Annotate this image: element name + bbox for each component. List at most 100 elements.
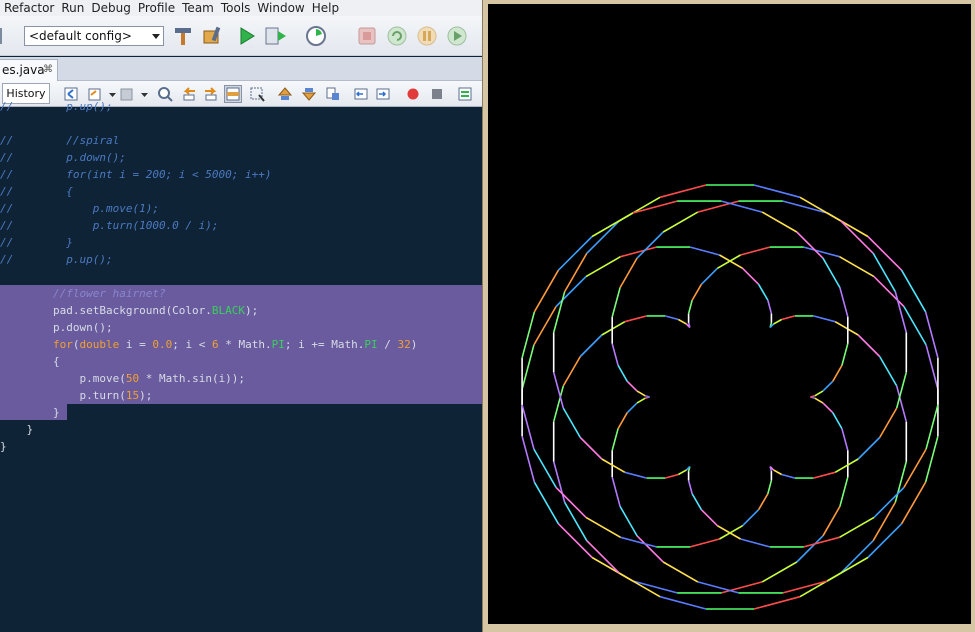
turtle-segment [721,200,763,213]
run-icon[interactable] [236,25,258,47]
code-token: ) [410,338,418,351]
start-macro-recording-icon[interactable] [404,85,422,103]
turtle-segment [591,212,634,238]
turtle-segment [813,315,836,323]
profile-icon[interactable] [305,25,327,47]
turtle-segment [585,516,621,538]
turtle-segment [839,256,875,278]
shift-right-icon[interactable] [374,85,392,103]
turtle-segment [839,476,849,507]
turtle-segment [691,283,703,301]
menu-item-refactor[interactable]: Refactor [0,0,57,16]
turtle-segment [757,283,769,301]
find-previous-icon[interactable] [180,85,198,103]
build-icon[interactable] [172,25,194,47]
code-line: } [0,404,60,421]
shift-left-icon[interactable] [352,85,370,103]
code-token: } [0,406,60,419]
turtle-segment [687,480,693,495]
code-token: //flower hairnet? [52,287,166,300]
code-editor[interactable]: // p.up(); // //spiral // p.down(); // for(… [0,100,482,632]
chevron-down-icon[interactable] [136,85,154,103]
menu-item-help[interactable]: Help [308,0,342,16]
code-token: // p.move(1); [0,202,159,215]
code-line: //flower hairnet? [0,285,166,302]
code-line: // { [0,183,73,200]
code-token: // p.up(); [0,253,113,266]
forward-icon[interactable] [118,85,136,103]
menu-bar: Refactor Run Debug Profile Team Tools Window He… [0,0,482,16]
code-token: i = [119,338,153,351]
code-token: pad.setBackground(Color. [0,304,212,317]
toggle-bookmark-icon[interactable] [324,85,342,103]
turtle-segment [700,509,718,527]
clean-build-icon[interactable] [202,25,224,47]
turtle-segment [678,469,687,476]
turtle-segment [662,561,699,583]
toggle-highlight-icon[interactable] [224,85,242,103]
code-line: { [0,353,60,370]
turtle-segment [636,390,646,397]
close-icon[interactable]: ⌘ [43,60,53,80]
code-token: // for(int i = 200; i < 5000; i++) [0,168,272,181]
turtle-segment [757,493,769,511]
turtle-segment [839,287,849,318]
main-toolbar: <default config> [0,16,482,56]
menu-item-debug[interactable]: Debug [87,0,133,16]
code-token: // //spiral [0,134,120,147]
menu-item-profile[interactable]: Profile [134,0,178,16]
turtle-segment [822,257,841,288]
turtle-segment [857,436,881,460]
comment-icon[interactable] [456,85,474,103]
turtle-segment [796,231,824,259]
code-line: // p.up(); [0,251,113,268]
turtle-segment [719,254,743,269]
turtle-segment [753,184,801,199]
next-bookmark-icon[interactable] [300,85,318,103]
menu-item-window[interactable]: Window [253,0,307,16]
turtle-segment [814,397,824,404]
stop-macro-recording-icon[interactable] [428,85,446,103]
turtle-segment [721,581,763,594]
turtle-segment [781,315,796,321]
turtle-segment [742,509,760,527]
turtle-segment [562,356,581,387]
menu-item-team[interactable]: Team [178,0,217,16]
turtle-segment [834,458,859,473]
turtle-segment [900,269,927,313]
config-select[interactable]: <default config> [24,26,164,46]
turtle-segment [740,246,771,256]
turtle-segment [562,407,581,438]
menu-item-tools[interactable]: Tools [217,0,254,16]
turtle-segment [611,343,619,366]
find-next-icon[interactable] [202,85,220,103]
turtle-segment [832,412,843,429]
turtle-segment [552,461,566,503]
tab-file[interactable]: es.java ⌘ [0,59,58,81]
turtle-segment [839,516,875,538]
turtle-segment [644,395,650,398]
pause-icon[interactable] [416,25,438,47]
menu-item-run[interactable]: Run [57,0,87,16]
turtle-segment [533,269,560,313]
debug-icon[interactable] [264,25,286,47]
code-token: ); [245,304,259,317]
continue-icon[interactable] [446,25,468,47]
turtle-segment [533,448,557,488]
search-icon[interactable] [156,85,174,103]
code-token: { [0,355,60,368]
apply-code-changes-icon[interactable] [386,25,408,47]
turtle-segment [900,481,927,525]
previous-bookmark-icon[interactable] [276,85,294,103]
stop-icon[interactable] [356,25,378,47]
code-line: for(double i = 0.0; i < 6 * Math.PI; i +… [0,336,417,353]
turtle-segment [664,315,679,321]
toolbar-edge-icon [0,25,12,47]
turtle-segment [691,493,703,511]
turtle-segment [822,506,841,537]
turtle-segment [689,246,720,256]
turtle-segment [832,365,843,382]
rectangular-selection-icon[interactable] [248,85,266,103]
turtle-segment [624,471,647,479]
tab-file-label: es.java [2,63,45,77]
